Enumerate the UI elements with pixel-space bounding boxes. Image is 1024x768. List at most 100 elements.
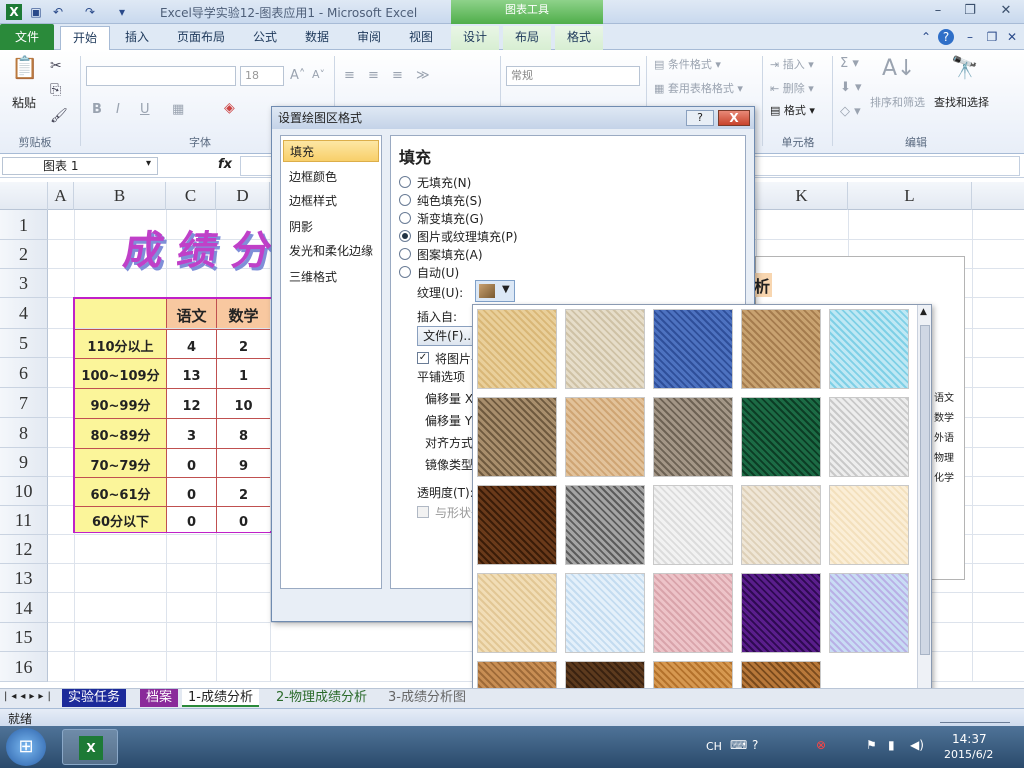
table-header[interactable]: 数学 — [216, 299, 270, 328]
sheet-tab-score-chart[interactable]: 3-成绩分析图 — [382, 689, 472, 707]
sort-filter-label[interactable]: 排序和筛选 — [870, 94, 925, 110]
fill-option-label[interactable]: 图片或纹理填充(P) — [417, 228, 518, 245]
row-label-cell[interactable]: 90~99分 — [75, 388, 166, 418]
row-label-cell[interactable]: 60~61分 — [75, 477, 166, 506]
texture-parchment[interactable] — [829, 485, 909, 565]
orientation-icon[interactable]: ≫ — [416, 68, 430, 83]
tab-file[interactable]: 文件 — [0, 24, 54, 50]
column-header-c[interactable]: C — [166, 182, 216, 210]
name-box[interactable]: 图表 1 — [2, 157, 158, 175]
row-label-cell[interactable]: 60分以下 — [75, 506, 166, 532]
value-cell[interactable]: 0 — [166, 448, 216, 477]
number-format-combo[interactable]: 常规 — [506, 66, 640, 86]
action-center-icon[interactable]: ⚑ — [866, 738, 877, 752]
texture-scrollbar[interactable]: ▲ ▼ — [917, 305, 931, 723]
texture-paper-bag[interactable] — [477, 397, 557, 477]
texture-green-marble[interactable] — [741, 397, 821, 477]
column-header-l[interactable]: L — [848, 182, 972, 210]
keyboard-icon[interactable]: ⌨ — [730, 738, 747, 752]
tab-page-layout[interactable]: 页面布局 — [168, 26, 234, 50]
row-label-cell[interactable]: 100~109分 — [75, 358, 166, 388]
column-header-k[interactable]: K — [756, 182, 848, 210]
format-as-table-button[interactable]: ▦ 套用表格格式 ▾ — [654, 80, 743, 96]
minimize-icon[interactable]: – — [926, 3, 950, 19]
borders-icon[interactable]: ▦ — [172, 102, 184, 117]
texture-canvas[interactable] — [565, 309, 645, 389]
tab-formulas[interactable]: 公式 — [244, 26, 286, 50]
tab-design[interactable]: 设计 — [451, 26, 499, 50]
doc-close-icon[interactable]: ✕ — [1004, 29, 1020, 45]
row-header[interactable]: 16 — [0, 652, 48, 682]
italic-button[interactable]: I — [116, 102, 120, 117]
value-cell[interactable]: 0 — [216, 506, 270, 532]
fill-option-label[interactable]: 无填充(N) — [417, 174, 471, 191]
tab-layout[interactable]: 布局 — [503, 26, 551, 50]
value-cell[interactable]: 3 — [166, 418, 216, 448]
row-header[interactable]: 3 — [0, 269, 48, 298]
volume-icon[interactable]: ◀) — [910, 738, 924, 752]
align-middle-icon[interactable]: ≡ — [368, 68, 379, 83]
scroll-up-icon[interactable]: ▲ — [920, 307, 927, 317]
paste-label[interactable]: 粘贴 — [12, 94, 36, 111]
help-tray-icon[interactable]: ? — [752, 738, 758, 752]
texture-recycled-paper[interactable] — [741, 485, 821, 565]
row-header[interactable]: 14 — [0, 593, 48, 623]
fill-color-icon[interactable]: ◈ — [224, 100, 235, 116]
texture-sand[interactable] — [653, 397, 733, 477]
texture-woven-mat[interactable] — [741, 309, 821, 389]
texture-fish-fossil[interactable] — [565, 397, 645, 477]
texture-bouquet[interactable] — [829, 573, 909, 653]
row-header[interactable]: 7 — [0, 388, 48, 418]
column-header-a[interactable]: A — [48, 182, 74, 210]
nav-shadow[interactable]: 阴影 — [283, 216, 379, 238]
nav-border-color[interactable]: 边框颜色 — [283, 166, 379, 188]
input-language[interactable]: CH — [706, 740, 722, 753]
row-header[interactable]: 12 — [0, 535, 48, 564]
tab-view[interactable]: 视图 — [400, 26, 442, 50]
row-header[interactable]: 6 — [0, 358, 48, 388]
dialog-help-button[interactable]: ? — [686, 110, 714, 126]
row-label-cell[interactable]: 80~89分 — [75, 418, 166, 448]
find-select-label[interactable]: 查找和选择 — [934, 94, 989, 110]
texture-newsprint[interactable] — [653, 485, 733, 565]
fx-button[interactable]: fx — [218, 157, 232, 172]
redo-icon[interactable]: ↷ — [82, 4, 98, 20]
row-header[interactable]: 1 — [0, 210, 48, 240]
fill-option-radio[interactable] — [399, 176, 411, 188]
clear-icon[interactable]: ◇ ▾ — [840, 104, 861, 119]
row-header[interactable]: 8 — [0, 418, 48, 448]
value-cell[interactable]: 8 — [216, 418, 270, 448]
value-cell[interactable]: 2 — [216, 329, 270, 358]
sheet-tab-tasks[interactable]: 实验任务 — [62, 689, 127, 707]
save-icon[interactable]: ▣ — [28, 4, 44, 20]
fill-option-label[interactable]: 自动(U) — [417, 264, 459, 281]
texture-blue-tissue-paper[interactable] — [565, 573, 645, 653]
taskbar-excel-button[interactable]: X — [62, 729, 118, 765]
sheet-nav-arrows[interactable]: |◂◂▸▸| — [4, 691, 55, 702]
row-header[interactable]: 13 — [0, 564, 48, 593]
fill-option-radio[interactable] — [399, 194, 411, 206]
bold-button[interactable]: B — [92, 102, 102, 117]
scroll-thumb[interactable] — [920, 325, 930, 655]
nav-glow-soft-edges[interactable]: 发光和柔化边缘 — [283, 240, 379, 262]
conditional-format-button[interactable]: ▤ 条件格式 ▾ — [654, 56, 721, 72]
start-button-icon[interactable]: ⊞ — [6, 728, 46, 766]
value-cell[interactable]: 10 — [216, 388, 270, 418]
restore-icon[interactable]: ❐ — [958, 3, 982, 19]
value-cell[interactable]: 1 — [216, 358, 270, 388]
tab-insert[interactable]: 插入 — [114, 26, 160, 50]
value-cell[interactable]: 0 — [166, 506, 216, 532]
nav-3d-format[interactable]: 三维格式 — [283, 266, 379, 288]
tab-format[interactable]: 格式 — [555, 26, 603, 50]
row-header[interactable]: 10 — [0, 477, 48, 506]
doc-restore-icon[interactable]: ❐ — [984, 29, 1000, 45]
antivirus-icon[interactable]: ⊗ — [816, 738, 826, 752]
zoom-slider[interactable] — [940, 711, 1010, 723]
tab-review[interactable]: 审阅 — [348, 26, 390, 50]
texture-granite[interactable] — [565, 485, 645, 565]
copy-icon[interactable]: ⎘ — [50, 82, 61, 98]
cut-icon[interactable]: ✂ — [50, 58, 62, 74]
column-header-d[interactable]: D — [216, 182, 270, 210]
font-name-combo[interactable] — [86, 66, 236, 86]
network-icon[interactable]: ▮ — [888, 738, 895, 752]
